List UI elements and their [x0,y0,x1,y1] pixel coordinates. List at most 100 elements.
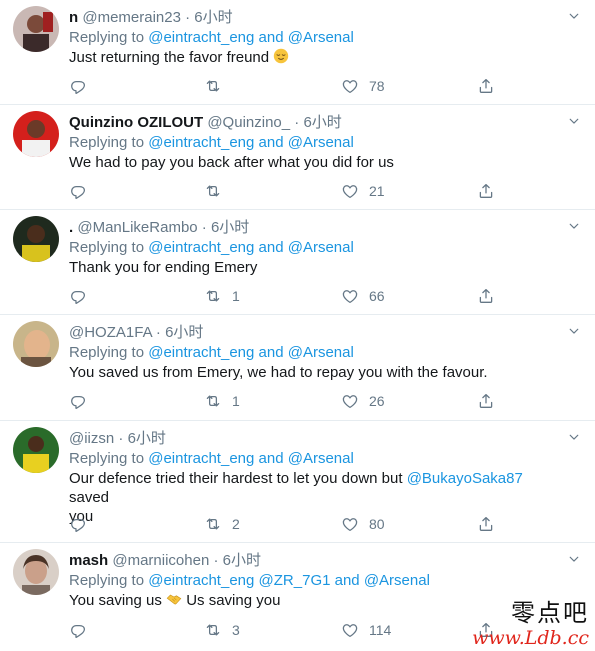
user-handle[interactable]: @ManLikeRambo [77,219,197,236]
mention-link[interactable]: @ZR_7G1 [259,572,331,589]
retweet-icon [204,515,222,533]
display-name[interactable]: n [69,9,78,26]
tweet-actions: 1 26 [69,391,499,411]
like-count: 114 [369,622,392,638]
share-button[interactable] [477,181,495,201]
retweet-button[interactable]: 2 [204,514,240,534]
replying-to-label: Replying to [69,572,145,589]
retweet-button[interactable] [204,181,232,201]
mention-link[interactable]: @Arsenal [364,572,430,589]
share-icon [477,77,495,95]
replying-to-label: Replying to [69,344,145,361]
tweet-item[interactable]: . @ManLikeRambo · 6小时 Replying to @eintr… [0,210,595,315]
mention-link[interactable]: @BukayoSaka87 [407,470,523,487]
tweet-text-body: Just returning the favor freund [69,49,270,66]
tweet-item[interactable]: Quinzino OZILOUT @Quinzino_ · 6小时 Replyi… [0,105,595,210]
reply-button[interactable] [69,514,97,534]
retweet-icon [204,287,222,305]
like-button[interactable]: 114 [341,620,391,640]
retweet-button[interactable]: 1 [204,286,240,306]
mention-link[interactable]: @Arsenal [288,450,354,467]
user-handle[interactable]: @Quinzino_ [207,114,290,131]
like-count: 80 [369,516,385,532]
chevron-down-icon[interactable] [567,219,581,233]
retweet-count: 1 [232,393,240,409]
mention-link[interactable]: @eintracht_eng [148,450,254,467]
reply-icon [69,182,87,200]
replying-to: Replying to @eintracht_eng and @Arsenal [69,343,565,363]
replying-to-label: Replying to [69,29,145,46]
reply-button[interactable] [69,286,97,306]
timestamp[interactable]: 6小时 [211,219,249,236]
tweet-header: Quinzino OZILOUT @Quinzino_ · 6小时 [69,113,565,133]
user-handle[interactable]: @memerain23 [82,9,181,26]
tweet-actions: 2 80 [69,514,499,534]
avatar[interactable] [13,427,59,473]
display-name[interactable]: Quinzino OZILOUT [69,114,203,131]
share-button[interactable] [477,514,495,534]
timestamp[interactable]: 6小时 [165,324,203,341]
heart-icon [341,77,359,95]
tweet-text-body: saved [69,489,110,506]
chevron-down-icon[interactable] [567,430,581,444]
tweet-item[interactable]: @iizsn · 6小时 Replying to @eintracht_eng … [0,421,595,543]
mention-link[interactable]: @Arsenal [288,29,354,46]
user-handle[interactable]: @iizsn [69,430,114,447]
share-button[interactable] [477,286,495,306]
mention-link[interactable]: @eintracht_eng [148,344,254,361]
like-count: 78 [369,78,385,94]
watermark-url: www.Ldb.cc [472,627,589,649]
display-name[interactable]: mash [69,552,108,569]
timestamp[interactable]: 6小时 [194,9,232,26]
avatar[interactable] [13,216,59,262]
timestamp[interactable]: 6小时 [303,114,341,131]
handshake-icon [166,594,182,605]
retweet-icon [204,77,222,95]
mention-link[interactable]: @eintracht_eng [148,29,254,46]
reply-button[interactable] [69,76,97,96]
heart-icon [341,392,359,410]
retweet-button[interactable]: 1 [204,391,240,411]
mention-link[interactable]: @Arsenal [288,344,354,361]
timestamp[interactable]: 6小时 [128,430,166,447]
like-button[interactable]: 26 [341,391,385,411]
avatar[interactable] [13,321,59,367]
avatar[interactable] [13,549,59,595]
tweet-item[interactable]: n @memerain23 · 6小时 Replying to @eintrac… [0,0,595,105]
timestamp[interactable]: 6小时 [223,552,261,569]
like-button[interactable]: 66 [341,286,385,306]
retweet-button[interactable]: 3 [204,620,240,640]
like-button[interactable]: 78 [341,76,385,96]
display-name[interactable]: . [69,219,73,236]
heart-icon [341,182,359,200]
chevron-down-icon[interactable] [567,552,581,566]
reply-button[interactable] [69,181,97,201]
mention-link[interactable]: @Arsenal [288,134,354,151]
mention-link[interactable]: @eintracht_eng [148,239,254,256]
mention-link[interactable]: @eintracht_eng [148,134,254,151]
like-button[interactable]: 21 [341,181,385,201]
retweet-button[interactable] [204,76,232,96]
and-word: and [258,450,284,467]
reply-button[interactable] [69,391,97,411]
chevron-down-icon[interactable] [567,114,581,128]
tweet-actions: 3 114 [69,620,499,640]
tweet-item[interactable]: @HOZA1FA · 6小时 Replying to @eintracht_en… [0,315,595,421]
replying-to: Replying to @eintracht_eng and @Arsenal [69,133,565,153]
replying-to: Replying to @eintracht_eng @ZR_7G1 and @… [69,571,565,591]
user-handle[interactable]: @marniicohen [112,552,209,569]
user-handle[interactable]: @HOZA1FA [69,324,152,341]
site-watermark: 零点吧 www.Ldb.cc [459,599,589,649]
avatar[interactable] [13,111,59,157]
reply-button[interactable] [69,620,97,640]
share-button[interactable] [477,391,495,411]
mention-link[interactable]: @Arsenal [288,239,354,256]
separator-dot: · [213,552,219,569]
chevron-down-icon[interactable] [567,9,581,23]
avatar[interactable] [13,6,59,52]
like-button[interactable]: 80 [341,514,385,534]
mention-link[interactable]: @eintracht_eng [148,572,254,589]
chevron-down-icon[interactable] [567,324,581,338]
tweet-header: @HOZA1FA · 6小时 [69,323,565,343]
share-button[interactable] [477,76,495,96]
